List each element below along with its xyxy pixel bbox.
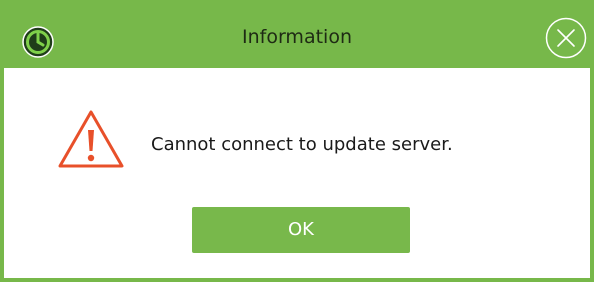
close-icon[interactable]	[544, 16, 588, 60]
warning-triangle-icon	[57, 108, 125, 170]
dialog-titlebar[interactable]: Information	[0, 0, 594, 68]
dialog-message: Cannot connect to update server.	[151, 134, 453, 155]
dialog-title: Information	[242, 26, 352, 48]
information-dialog: Information Cannot connect to update ser…	[0, 0, 594, 282]
ok-button[interactable]: OK	[192, 207, 410, 253]
